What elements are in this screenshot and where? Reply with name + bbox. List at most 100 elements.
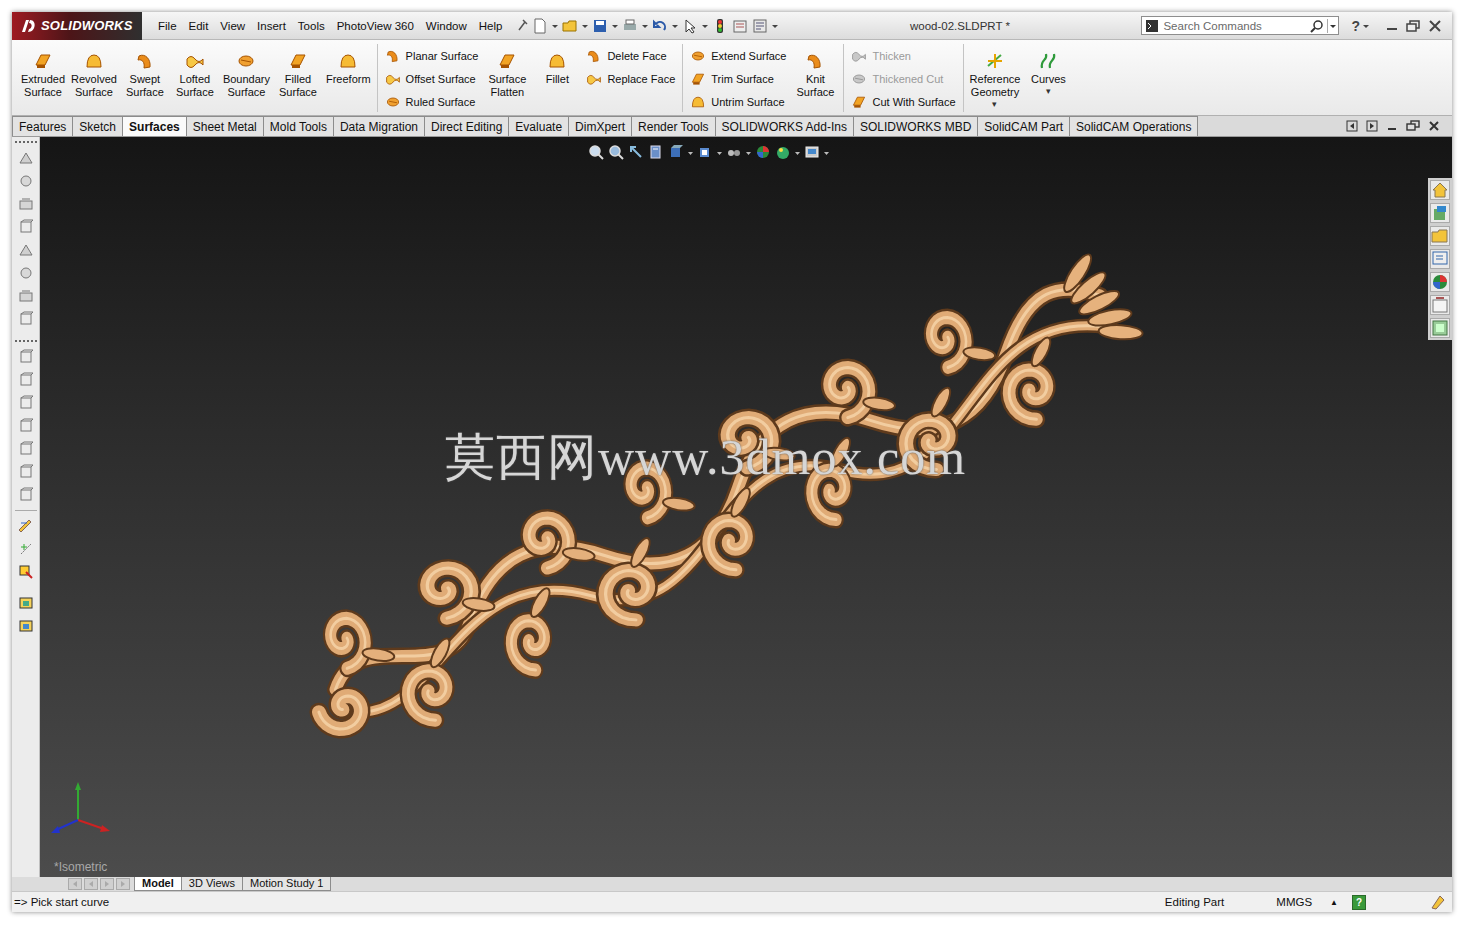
command-tab[interactable]: SOLIDWORKS MBD [853,116,978,136]
sketch-tool-icon[interactable] [18,311,34,327]
sketch-tool-icon[interactable] [18,219,34,235]
toolbar-button-icon[interactable] [732,18,748,34]
ribbon-command-icon[interactable] [586,71,602,87]
ribbon-button[interactable]: Knit Surface [790,40,840,99]
command-tab[interactable]: Evaluate [508,116,569,136]
ribbon-command-icon[interactable] [586,48,602,64]
tool-icon[interactable] [18,564,34,580]
ribbon-button[interactable]: Extruded Surface [18,40,68,99]
ribbon-button-label[interactable]: Fillet [546,73,569,86]
ribbon-button[interactable]: Freeform [323,40,374,86]
task-pane-icon[interactable] [1430,272,1450,292]
ribbon-button-label[interactable]: Extend Surface [711,50,786,62]
dropdown-arrow-icon[interactable] [582,18,588,34]
task-pane-icon[interactable] [1430,318,1450,338]
task-pane-icon[interactable] [1430,295,1450,315]
ribbon-command-icon[interactable] [338,51,358,71]
ribbon-small-button[interactable]: Offset Surface [385,67,479,90]
scroll-arrow-icon[interactable] [84,878,98,890]
ribbon-command-icon[interactable] [1038,51,1058,71]
toolbar-button-icon[interactable] [562,18,578,34]
ribbon-button-label[interactable]: Trim Surface [711,73,774,85]
ribbon-button-label[interactable]: Boundary Surface [223,73,270,99]
view-tool-icon[interactable] [755,144,771,160]
dropdown-arrow-icon[interactable] [717,144,722,160]
graphics-area[interactable]: 莫西网www.3dmox.com*Isometric [40,137,1452,877]
sketch-tool-icon[interactable] [18,265,34,281]
view-tool-icon[interactable] [18,395,34,411]
toolbar-button-icon[interactable] [652,18,668,34]
ribbon-command-icon[interactable] [236,51,256,71]
ribbon-button-label[interactable]: Filled Surface [279,73,317,99]
view-tool-icon[interactable] [648,144,664,160]
view-tool-icon[interactable] [18,349,34,365]
ribbon-button[interactable]: Swept Surface [120,40,170,99]
ribbon-button-label[interactable]: Surface Flatten [488,73,526,99]
next-document-icon[interactable] [1366,120,1378,132]
scroll-arrow-icon[interactable] [68,878,82,890]
view-tool-icon[interactable] [726,144,742,160]
status-help-button[interactable]: ? [1352,895,1366,910]
task-pane-icon[interactable] [1430,226,1450,246]
dropdown-arrow-icon[interactable] [746,144,751,160]
ribbon-button-label[interactable]: Revolved Surface [71,73,117,99]
view-tool-icon[interactable] [18,372,34,388]
command-tab[interactable]: Sheet Metal [186,116,264,136]
sketch-tool-icon[interactable] [18,288,34,304]
command-tab[interactable]: Surfaces [122,116,187,136]
command-tab[interactable]: Sketch [72,116,123,136]
menu-item[interactable]: PhotoView 360 [331,20,420,32]
model-tab[interactable]: Model [134,877,182,891]
ribbon-small-button[interactable]: Planar Surface [385,44,479,67]
menu-item[interactable]: Window [420,20,473,32]
previous-document-icon[interactable] [1346,120,1358,132]
ribbon-command-icon[interactable] [33,51,53,71]
view-tool-icon[interactable] [668,144,684,160]
close-icon[interactable] [1424,19,1446,33]
command-tab[interactable]: Data Migration [333,116,425,136]
ribbon-command-icon[interactable] [851,71,867,87]
ribbon-command-icon[interactable] [385,94,401,110]
dropdown-arrow-icon[interactable] [552,18,558,34]
ribbon-command-icon[interactable] [288,51,308,71]
toolbar-button-icon[interactable] [712,18,728,34]
command-tab[interactable]: SolidCAM Operations [1069,116,1198,136]
view-tool-icon[interactable] [18,487,34,503]
toolbar-button-icon[interactable] [622,18,638,34]
command-tab[interactable]: DimXpert [568,116,632,136]
ribbon-command-icon[interactable] [851,48,867,64]
ribbon-small-button[interactable]: Untrim Surface [690,90,786,113]
ribbon-small-button[interactable]: Ruled Surface [385,90,479,113]
ribbon-small-button[interactable]: Extend Surface [690,44,786,67]
dropdown-arrow-icon[interactable] [795,144,800,160]
ribbon-button[interactable]: Boundary Surface [220,40,273,99]
ribbon-button-label[interactable]: Lofted Surface [176,73,214,99]
units-arrow[interactable]: ▲ [1330,898,1338,907]
ribbon-command-icon[interactable] [385,71,401,87]
ribbon-button-label[interactable]: Freeform [326,73,371,86]
ribbon-button-label[interactable]: Offset Surface [406,73,476,85]
command-tab[interactable]: SOLIDWORKS Add-Ins [715,116,854,136]
ribbon-button-label[interactable]: Knit Surface [797,73,835,99]
command-tab[interactable]: SolidCAM Part [977,116,1070,136]
command-tab[interactable]: Direct Editing [424,116,509,136]
minimize-icon[interactable] [1382,19,1402,33]
ribbon-command-icon[interactable] [851,94,867,110]
task-pane-icon[interactable] [1430,249,1450,269]
ribbon-command-icon[interactable] [690,48,706,64]
task-pane-icon[interactable] [1430,203,1450,223]
ribbon-button-label[interactable]: Swept Surface [126,73,164,99]
ribbon-command-icon[interactable] [805,51,825,71]
magnifier-icon[interactable] [1310,19,1324,33]
dropdown-arrow-icon[interactable] [772,18,778,34]
menu-item[interactable]: View [214,20,251,32]
scroll-arrow-icon[interactable] [116,878,130,890]
ribbon-button-label[interactable]: Replace Face [607,73,675,85]
ribbon-button-label[interactable]: Thicken [872,50,911,62]
ribbon-button-label[interactable]: Cut With Surface [872,96,955,108]
ribbon-button-label[interactable]: Untrim Surface [711,96,784,108]
model-tab[interactable]: 3D Views [181,877,243,891]
dropdown-arrow-icon[interactable] [824,144,829,160]
dropdown-arrow-icon[interactable] [612,18,618,34]
tool-icon[interactable] [18,618,34,634]
